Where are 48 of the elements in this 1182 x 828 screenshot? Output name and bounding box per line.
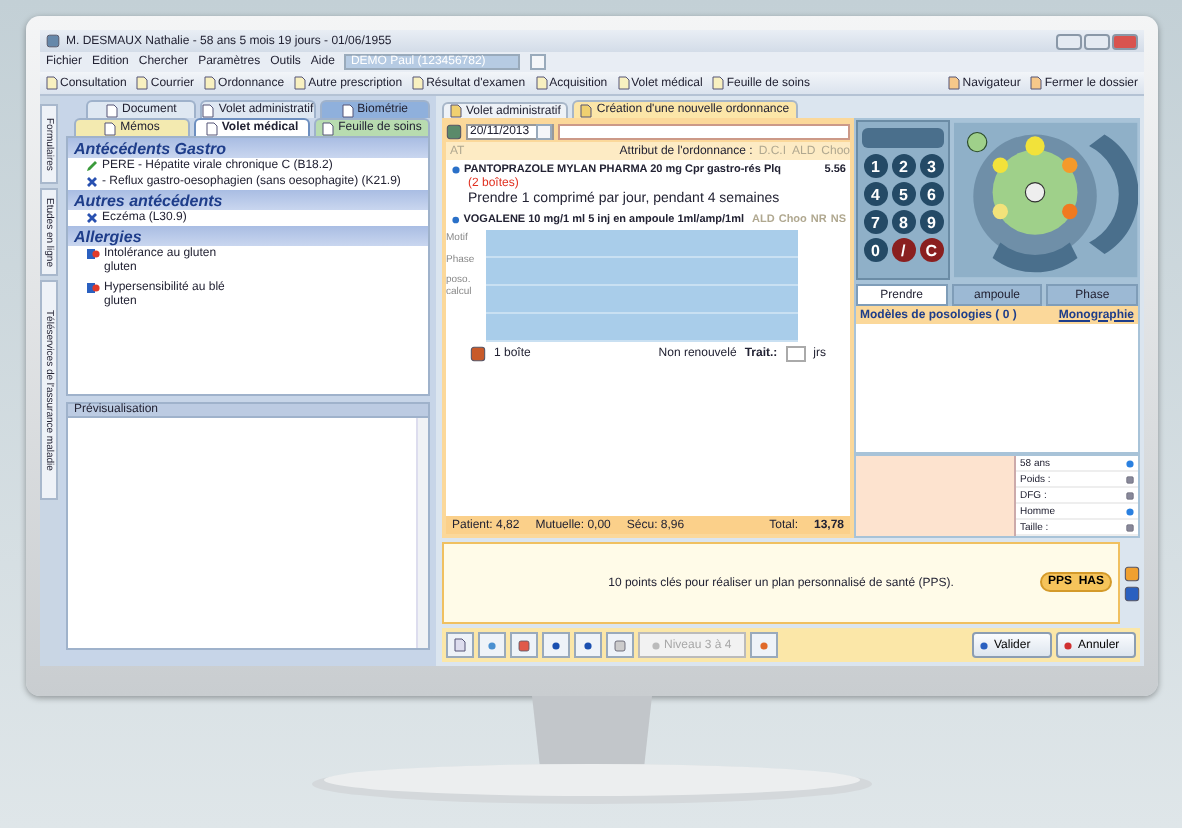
page-icon [580,103,593,117]
page-icon [1030,76,1043,90]
help-button[interactable] [542,632,570,659]
keypad-key[interactable]: 4 [863,182,888,206]
scrollbar[interactable] [416,418,428,648]
keypad-key[interactable]: 7 [863,210,888,234]
info-button[interactable] [574,632,602,659]
keypad-key[interactable]: 5 [891,182,916,206]
treatment-field[interactable] [785,345,806,361]
search-button[interactable] [478,632,506,659]
allergy-icon [86,282,100,294]
bullet-icon [452,166,460,174]
text-field[interactable] [558,124,850,140]
dosage-dial-drawing[interactable] [954,120,1138,280]
section-heading: Autres antécédents [68,190,428,210]
keypad-key[interactable]: 9 [919,210,944,234]
keypad-key[interactable]: 2 [891,154,916,178]
keypad-key[interactable]: 8 [891,210,916,234]
section-heading: Allergies [68,226,428,246]
page-icon [617,76,630,90]
keypad-key[interactable]: 0 [863,238,888,262]
minimize-button[interactable] [1056,33,1082,49]
calendar-button[interactable] [510,632,538,659]
page-icon [294,76,307,90]
bullet-icon [452,216,460,224]
section-heading: Antécédents Gastro [68,138,428,158]
page-icon [454,638,466,653]
status-dot-icon [1126,459,1134,468]
keypad-key[interactable]: / [891,238,916,262]
page-icon [450,104,462,118]
page-icon [712,76,725,90]
chart-button[interactable] [749,632,778,659]
close-button[interactable] [1112,33,1138,49]
allergy-icon [86,248,100,260]
maximize-button[interactable] [1084,33,1110,49]
print-button[interactable] [446,632,474,659]
keypad-key[interactable]: 1 [863,154,888,178]
status-dot-icon [1126,507,1134,516]
page-icon [535,76,548,90]
keypad-key[interactable]: 3 [919,154,944,178]
page-icon [46,76,58,90]
page-icon [136,76,149,90]
page-icon [948,76,961,90]
dropdown-button[interactable] [530,54,547,70]
keypad-key[interactable]: C [919,238,944,262]
keypad-display [862,128,945,148]
page-icon [412,76,425,90]
keypad-key[interactable]: 6 [919,182,944,206]
